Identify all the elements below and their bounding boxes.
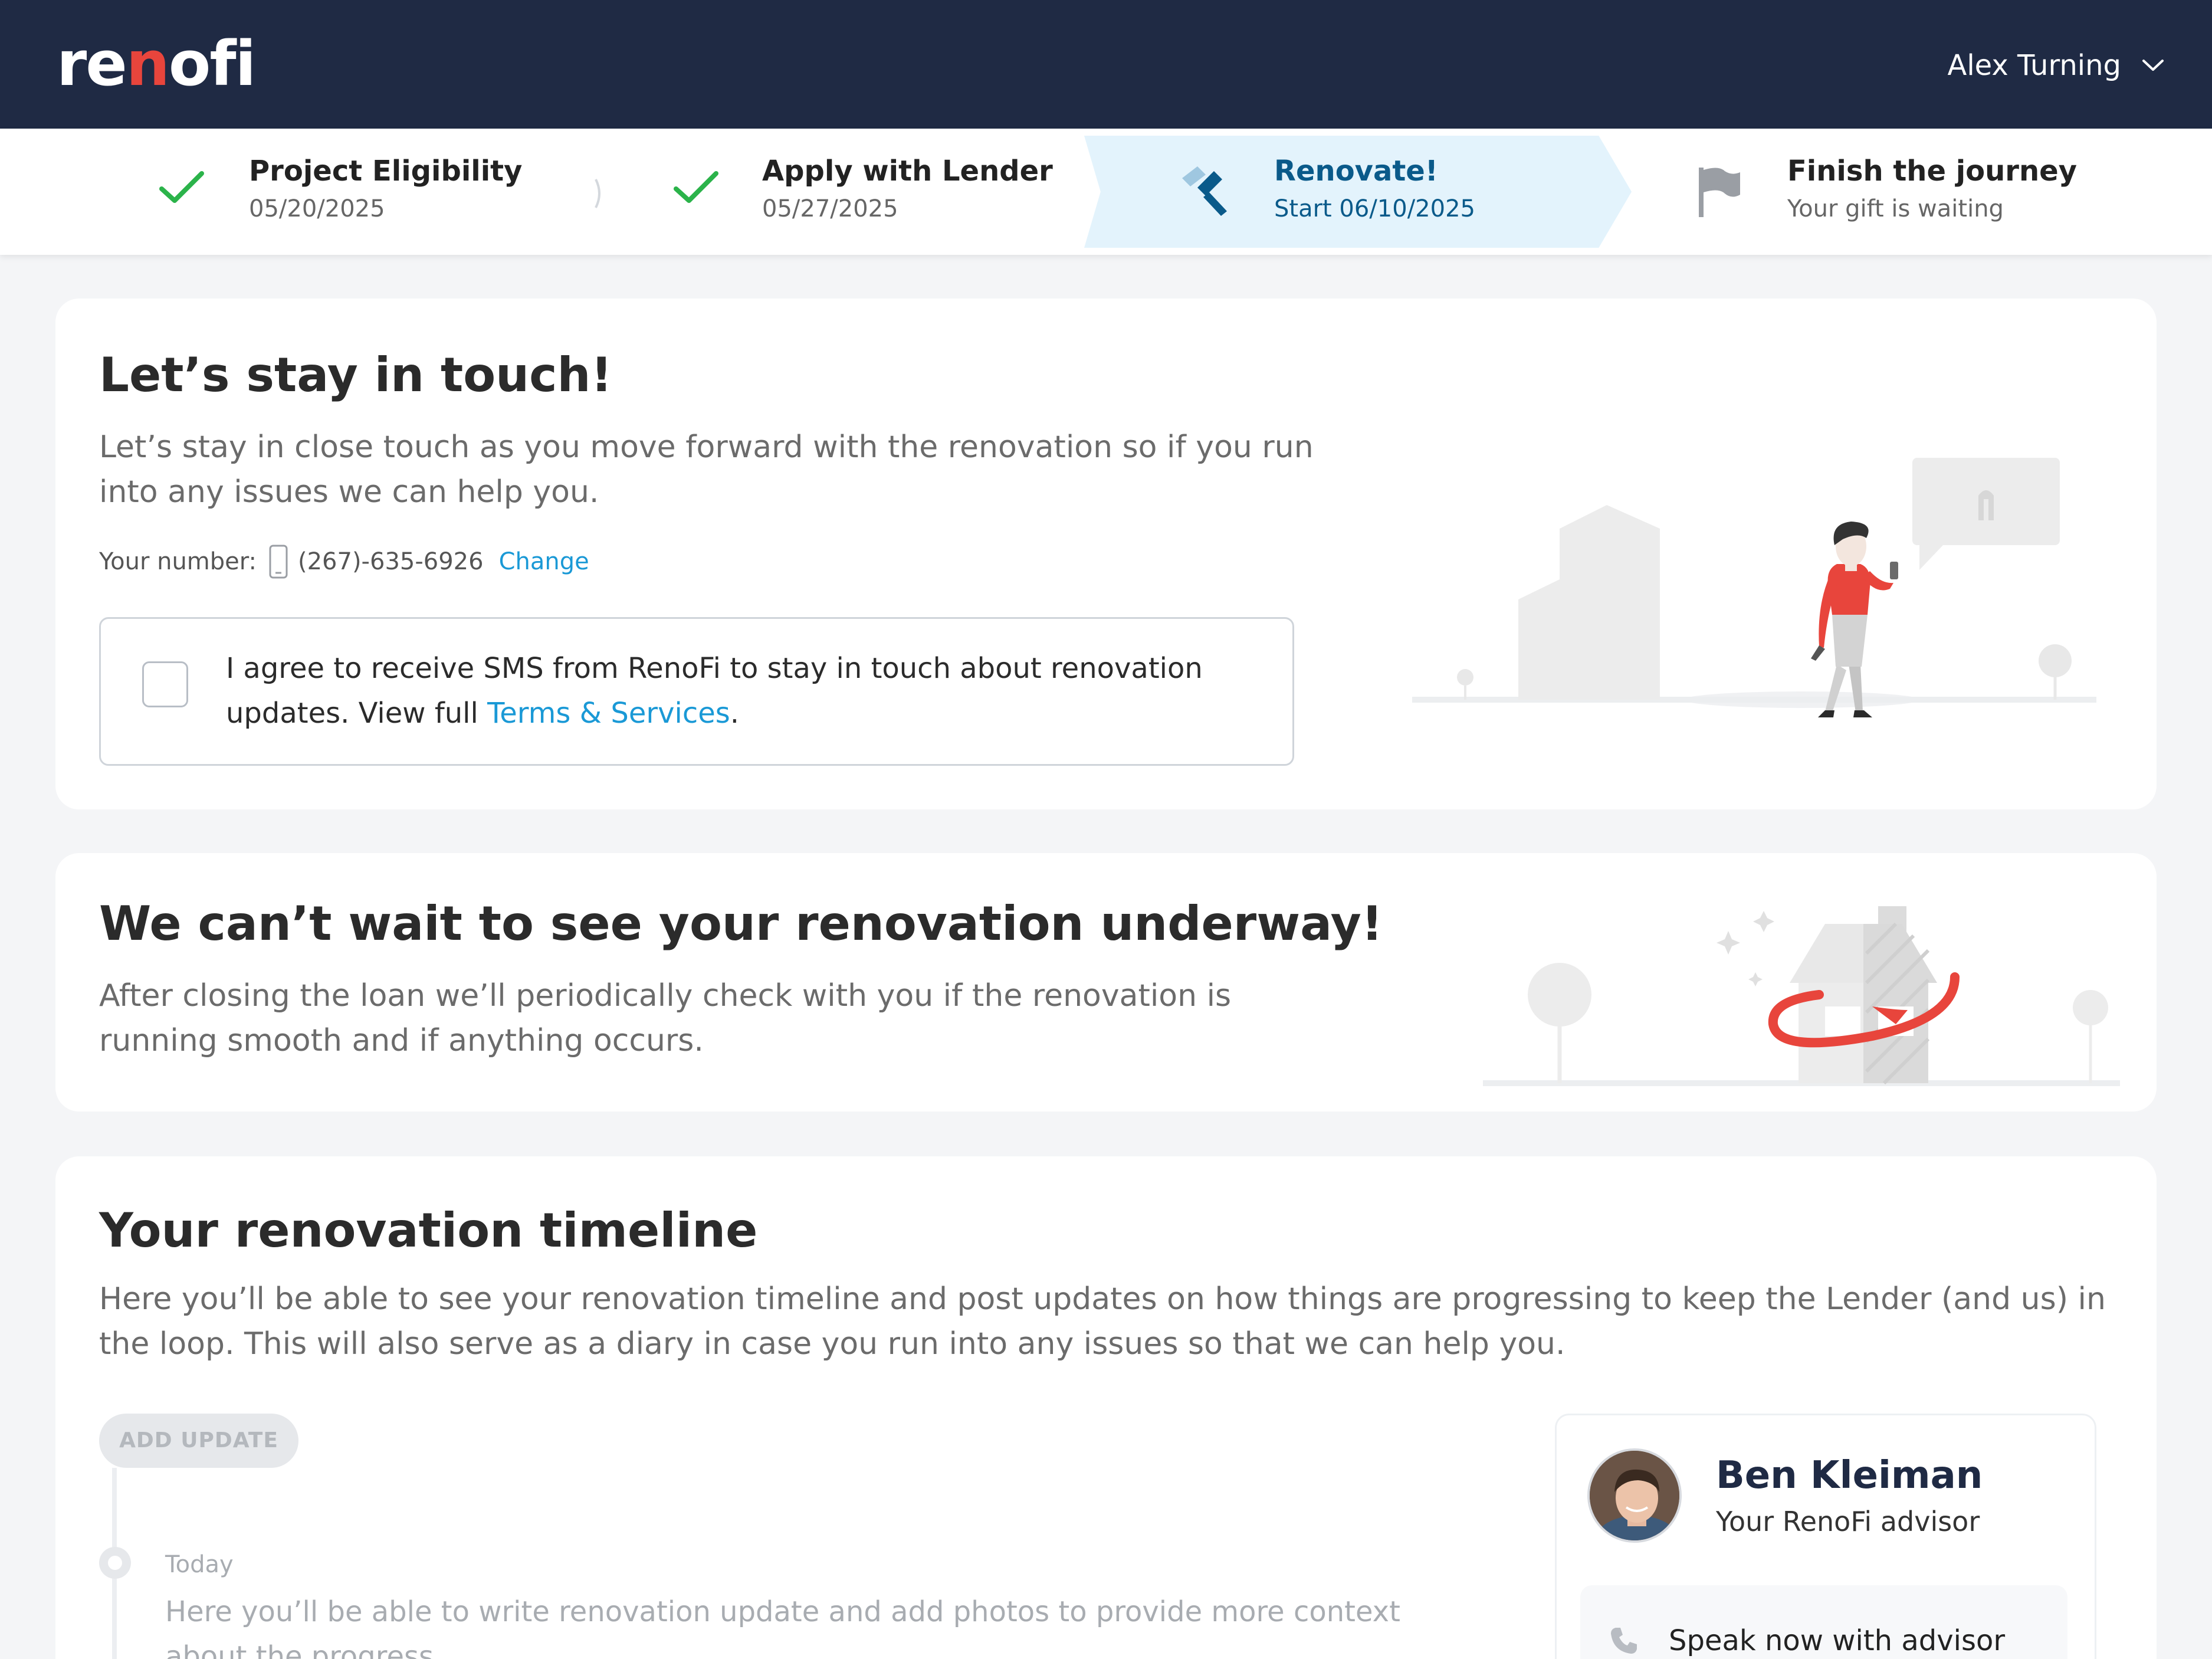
phone-icon xyxy=(1611,1628,1637,1654)
advisor-avatar xyxy=(1587,1448,1682,1543)
chevron-down-icon xyxy=(2142,60,2164,71)
step-date: 05/27/2025 xyxy=(762,195,898,222)
step-apply-with-lender[interactable]: Apply with Lender 05/27/2025 xyxy=(762,152,1053,225)
step-title: Project Eligibility xyxy=(249,155,523,188)
step-title: Renovate! xyxy=(1274,155,1438,188)
renovation-timeline-title: Your renovation timeline xyxy=(99,1203,758,1258)
stay-in-touch-illustration xyxy=(1412,458,2096,717)
logo-part-3: ofi xyxy=(168,28,256,100)
step-title: Apply with Lender xyxy=(762,155,1053,188)
mobile-phone-icon xyxy=(269,545,288,579)
sms-consent-checkbox[interactable] xyxy=(142,661,188,707)
timeline-entry-text: Here you’ll be able to write renovation … xyxy=(165,1595,1400,1659)
renovation-underway-card: We can’t wait to see your renovation und… xyxy=(55,853,2157,1112)
user-name: Alex Turning xyxy=(1947,49,2121,82)
phone-number-value: (267)-635-6926 xyxy=(298,548,484,575)
flag-icon xyxy=(1699,168,1740,217)
renovation-timeline-description: Here you’ll be able to see your renovati… xyxy=(99,1281,2106,1362)
change-number-link[interactable]: Change xyxy=(499,544,589,579)
top-bar: renofi Alex Turning xyxy=(0,0,2212,129)
journey-stepper: Project Eligibility 05/20/2025 Apply wit… xyxy=(0,129,2212,255)
step-subtitle: Your gift is waiting xyxy=(1787,195,2004,222)
consent-text-end: . xyxy=(730,697,740,730)
advisor-photo xyxy=(1590,1451,1679,1540)
timeline-entry-date: Today xyxy=(165,1551,234,1578)
add-update-button[interactable]: ADD UPDATE xyxy=(99,1414,298,1468)
step-finish-journey[interactable]: Finish the journey Your gift is waiting xyxy=(1787,152,2077,225)
sms-consent-box: I agree to receive SMS from RenoFi to st… xyxy=(99,617,1294,766)
phone-number-label: Your number: xyxy=(99,548,257,575)
hammer-icon xyxy=(1182,166,1227,216)
stay-in-touch-description: Let’s stay in close touch as you move fo… xyxy=(99,429,1314,510)
step-date: 05/20/2025 xyxy=(249,195,385,222)
logo-part-1: re xyxy=(57,28,127,100)
advisor-role: Your RenoFi advisor xyxy=(1716,1506,1980,1537)
stay-in-touch-card: Let’s stay in touch! Let’s stay in close… xyxy=(55,299,2157,809)
stay-in-touch-title: Let’s stay in touch! xyxy=(99,347,612,402)
step-project-eligibility[interactable]: Project Eligibility 05/20/2025 xyxy=(249,152,522,225)
step-separator-icon xyxy=(595,179,600,208)
phone-number-row: Your number: (267)-635-6926 Change xyxy=(99,544,589,579)
check-icon xyxy=(159,171,204,203)
speak-with-advisor-label: Speak now with advisor xyxy=(1669,1624,2006,1657)
step-date: Start 06/10/2025 xyxy=(1274,195,1475,222)
house-renovation-illustration xyxy=(1483,906,2120,1086)
renovation-underway-description: After closing the loan we’ll periodicall… xyxy=(99,978,1232,1058)
step-title: Finish the journey xyxy=(1787,155,2077,188)
renofi-logo[interactable]: renofi xyxy=(57,28,256,100)
terms-services-link[interactable]: Terms & Services xyxy=(487,697,730,730)
user-menu[interactable]: Alex Turning xyxy=(1947,45,2165,86)
renovation-underway-title: We can’t wait to see your renovation und… xyxy=(99,896,1383,951)
logo-part-2: n xyxy=(126,28,170,100)
advisor-name: Ben Kleiman xyxy=(1716,1454,1983,1497)
renovation-timeline-card: Your renovation timeline Here you’ll be … xyxy=(55,1156,2157,1659)
sms-consent-text: I agree to receive SMS from RenoFi to st… xyxy=(226,646,1264,736)
check-icon xyxy=(674,171,718,203)
advisor-card: Ben Kleiman Your RenoFi advisor Speak no… xyxy=(1555,1414,2096,1659)
step-renovate[interactable]: Renovate! Start 06/10/2025 xyxy=(1274,152,1475,225)
speak-with-advisor-button[interactable]: Speak now with advisor xyxy=(1580,1585,2067,1659)
timeline-dot xyxy=(99,1547,131,1579)
